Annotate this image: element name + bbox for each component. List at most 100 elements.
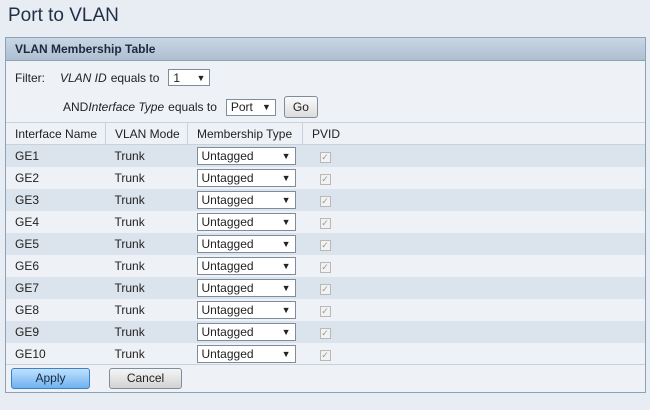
vlan-mode: Trunk (105, 167, 188, 189)
equals-to-label: equals to (110, 70, 160, 85)
interface-name: GE3 (6, 189, 106, 211)
membership-type-select[interactable]: Untagged ▼ (196, 345, 296, 363)
table-row: GE10 Trunk Untagged ▼ ✓ (6, 343, 645, 365)
apply-button[interactable]: Apply (11, 368, 90, 389)
table-row: GE3 Trunk Untagged ▼ ✓ (6, 189, 645, 211)
pvid-checkbox[interactable]: ✓ (319, 284, 331, 295)
vlan-id-label: VLAN ID (60, 70, 107, 85)
pvid-cell: ✓ (302, 211, 645, 233)
table-row: GE9 Trunk Untagged ▼ ✓ (6, 321, 645, 343)
column-header-membership: Membership Type (187, 123, 303, 145)
vlan-mode: Trunk (105, 299, 188, 321)
membership-type-select[interactable]: Untagged ▼ (196, 191, 296, 209)
vlan-mode: Trunk (105, 233, 188, 255)
table-row: GE6 Trunk Untagged ▼ ✓ (6, 255, 645, 277)
interface-name: GE7 (6, 277, 106, 299)
membership-type-value: Untagged (201, 237, 254, 251)
chevron-down-icon: ▼ (281, 283, 291, 293)
interface-type-select[interactable]: Port ▼ (225, 98, 276, 116)
vlan-mode: Trunk (105, 343, 188, 365)
pvid-checkbox[interactable]: ✓ (319, 218, 331, 229)
membership-type-select[interactable]: Untagged ▼ (196, 279, 296, 297)
table-row: GE7 Trunk Untagged ▼ ✓ (6, 277, 645, 299)
membership-type-value: Untagged (201, 303, 254, 317)
pvid-checkbox[interactable]: ✓ (319, 306, 331, 317)
membership-type-value: Untagged (201, 149, 254, 163)
pvid-cell: ✓ (302, 255, 645, 277)
and-label: AND (63, 100, 89, 114)
membership-cell: Untagged ▼ (187, 189, 303, 211)
chevron-down-icon: ▼ (281, 239, 291, 249)
membership-cell: Untagged ▼ (187, 167, 303, 189)
button-bar: Apply Cancel (6, 364, 645, 392)
page-title: Port to VLAN (8, 5, 119, 26)
pvid-cell: ✓ (302, 144, 645, 167)
chevron-down-icon: ▼ (281, 261, 291, 271)
membership-type-select[interactable]: Untagged ▼ (196, 323, 296, 341)
vlan-id-value: 1 (173, 70, 181, 85)
pvid-cell: ✓ (302, 189, 645, 211)
vlan-mode: Trunk (105, 277, 188, 299)
interface-type-label: Interface Type (88, 100, 165, 114)
pvid-cell: ✓ (302, 299, 645, 321)
table-header-row: Interface Name VLAN Mode Membership Type… (6, 123, 645, 145)
interface-name: GE6 (6, 255, 106, 277)
interface-name: GE4 (6, 211, 106, 233)
chevron-down-icon: ▼ (281, 305, 291, 315)
table-row: GE8 Trunk Untagged ▼ ✓ (6, 299, 645, 321)
membership-type-select[interactable]: Untagged ▼ (196, 301, 296, 319)
vlan-mode: Trunk (105, 321, 188, 343)
pvid-checkbox[interactable]: ✓ (319, 196, 331, 207)
membership-cell: Untagged ▼ (187, 233, 303, 255)
pvid-cell: ✓ (302, 277, 645, 299)
column-header-pvid: PVID (302, 123, 645, 145)
membership-type-value: Untagged (201, 325, 254, 339)
go-button[interactable]: Go (283, 96, 318, 118)
interface-name: GE8 (6, 299, 106, 321)
membership-type-select[interactable]: Untagged ▼ (196, 235, 296, 253)
membership-type-value: Untagged (201, 215, 254, 229)
interface-name: GE10 (6, 343, 106, 365)
chevron-down-icon: ▼ (281, 349, 291, 359)
interface-name: GE2 (6, 167, 106, 189)
membership-type-select[interactable]: Untagged ▼ (196, 147, 296, 165)
membership-cell: Untagged ▼ (187, 211, 303, 233)
vlan-mode: Trunk (105, 144, 188, 167)
table-row: GE4 Trunk Untagged ▼ ✓ (6, 211, 645, 233)
pvid-checkbox[interactable]: ✓ (319, 328, 331, 339)
membership-type-value: Untagged (201, 193, 254, 207)
membership-cell: Untagged ▼ (187, 144, 303, 167)
panel-title: VLAN Membership Table (6, 38, 645, 61)
equals-to-label: equals to (168, 100, 217, 114)
membership-cell: Untagged ▼ (187, 299, 303, 321)
membership-type-value: Untagged (201, 171, 254, 185)
chevron-down-icon: ▼ (281, 151, 291, 161)
pvid-checkbox[interactable]: ✓ (319, 152, 331, 163)
cancel-button[interactable]: Cancel (109, 368, 182, 389)
pvid-checkbox[interactable]: ✓ (319, 262, 331, 273)
pvid-cell: ✓ (302, 233, 645, 255)
vlan-id-select[interactable]: 1 ▼ (168, 69, 211, 86)
filter-area: Filter: VLAN ID equals to 1 ▼ AND Interf… (6, 61, 645, 123)
interface-name: GE9 (6, 321, 106, 343)
membership-type-select[interactable]: Untagged ▼ (196, 257, 296, 275)
vlan-membership-table: Interface Name VLAN Mode Membership Type… (6, 123, 645, 365)
vlan-mode: Trunk (105, 255, 188, 277)
pvid-checkbox[interactable]: ✓ (319, 174, 331, 185)
interface-type-value: Port (230, 100, 253, 114)
membership-cell: Untagged ▼ (187, 343, 303, 365)
chevron-down-icon: ▼ (281, 173, 291, 183)
pvid-checkbox[interactable]: ✓ (319, 350, 331, 361)
pvid-checkbox[interactable]: ✓ (319, 240, 331, 251)
chevron-down-icon: ▼ (281, 327, 291, 337)
chevron-down-icon: ▼ (261, 102, 271, 112)
table-row: GE5 Trunk Untagged ▼ ✓ (6, 233, 645, 255)
membership-cell: Untagged ▼ (187, 277, 303, 299)
chevron-down-icon: ▼ (196, 72, 206, 83)
column-header-mode: VLAN Mode (105, 123, 188, 145)
chevron-down-icon: ▼ (281, 217, 291, 227)
membership-type-select[interactable]: Untagged ▼ (196, 169, 296, 187)
membership-type-value: Untagged (201, 259, 254, 273)
vlan-mode: Trunk (105, 211, 188, 233)
membership-type-select[interactable]: Untagged ▼ (196, 213, 296, 231)
